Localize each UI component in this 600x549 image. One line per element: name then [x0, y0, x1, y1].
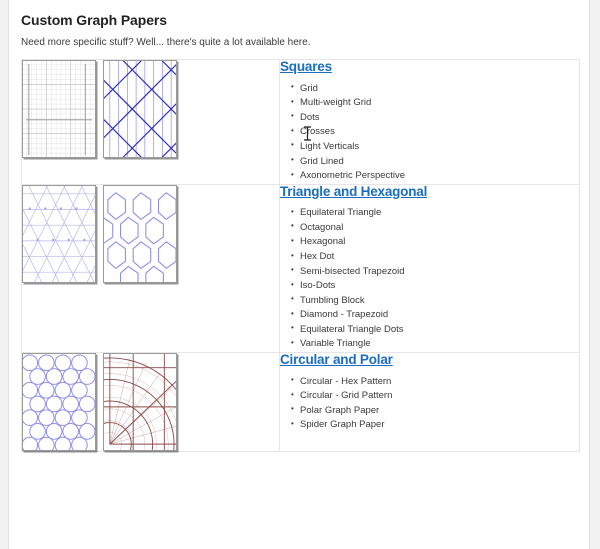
table-row: Squares Grid Multi-weight Grid Dots Cros…	[21, 59, 580, 185]
paper-list-squares: Grid Multi-weight Grid Dots Crosses Ligh…	[280, 81, 579, 184]
paper-list-circular: Circular - Hex Pattern Circular - Grid P…	[280, 374, 579, 433]
axonometric-paper-thumbnail[interactable]	[103, 60, 177, 158]
section-title-triangle: Triangle and Hexagonal	[280, 184, 579, 200]
page-container: Custom Graph Papers Need more specific s…	[8, 0, 590, 549]
table-row: Triangle and Hexagonal Equilateral Trian…	[21, 183, 580, 353]
section-title-squares: Squares	[280, 59, 579, 75]
list-item[interactable]: Circular - Hex Pattern	[291, 374, 579, 390]
info-cell-circular: Circular and Polar Circular - Hex Patter…	[279, 351, 580, 452]
triangle-paper-thumbnail[interactable]	[22, 184, 96, 283]
list-item[interactable]: Iso-Dots	[291, 279, 579, 294]
paper-list-triangle: Equilateral Triangle Octagonal Hexagonal…	[280, 206, 579, 351]
list-item[interactable]: Axonometric Perspective	[291, 169, 579, 184]
info-cell-triangle: Triangle and Hexagonal Equilateral Trian…	[279, 183, 580, 353]
section-title-circular: Circular and Polar	[280, 352, 579, 368]
list-item[interactable]: Polar Graph Paper	[291, 403, 579, 419]
list-item[interactable]: Crosses	[291, 125, 579, 140]
list-item[interactable]: Hexagonal	[291, 235, 579, 250]
list-item[interactable]: Octagonal	[291, 220, 579, 236]
thumbnails-cell-squares	[21, 59, 280, 185]
list-item[interactable]: Multi-weight Grid	[291, 96, 579, 111]
section-link-circular-and-polar[interactable]: Circular and Polar	[280, 352, 393, 367]
thumbnails-cell-circular	[21, 351, 280, 452]
polar-paper-thumbnail[interactable]	[103, 352, 177, 451]
hexagonal-paper-thumbnail[interactable]	[103, 184, 177, 283]
thumbnails-cell-triangle	[21, 183, 280, 353]
list-item[interactable]: Light Verticals	[291, 139, 579, 155]
grid-paper-thumbnail[interactable]	[22, 60, 96, 158]
graph-papers-table: Squares Grid Multi-weight Grid Dots Cros…	[21, 59, 580, 452]
section-link-squares[interactable]: Squares	[280, 59, 332, 74]
list-item[interactable]: Hex Dot	[291, 250, 579, 265]
list-item[interactable]: Variable Triangle	[291, 337, 579, 352]
list-item[interactable]: Equilateral Triangle	[291, 206, 579, 221]
page-content: Custom Graph Papers Need more specific s…	[9, 0, 589, 452]
section-link-triangle-and-hexagonal[interactable]: Triangle and Hexagonal	[280, 184, 427, 199]
list-item[interactable]: Circular - Grid Pattern	[291, 389, 579, 404]
list-item[interactable]: Semi-bisected Trapezoid	[291, 264, 579, 280]
page-subtitle: Need more specific stuff? Well... there'…	[21, 37, 311, 48]
list-item[interactable]: Spider Graph Paper	[291, 418, 579, 433]
list-item[interactable]: Equilateral Triangle Dots	[291, 322, 579, 338]
list-item[interactable]: Tumbling Block	[291, 293, 579, 309]
info-cell-squares: Squares Grid Multi-weight Grid Dots Cros…	[279, 59, 580, 185]
list-item[interactable]: Grid Lined	[291, 154, 579, 170]
list-item[interactable]: Grid	[291, 81, 579, 97]
list-item[interactable]: Diamond - Trapezoid	[291, 308, 579, 323]
list-item[interactable]: Dots	[291, 110, 579, 126]
page-title: Custom Graph Papers	[21, 12, 167, 28]
table-row: Circular and Polar Circular - Hex Patter…	[21, 351, 580, 452]
circular-hex-paper-thumbnail[interactable]	[22, 352, 96, 451]
